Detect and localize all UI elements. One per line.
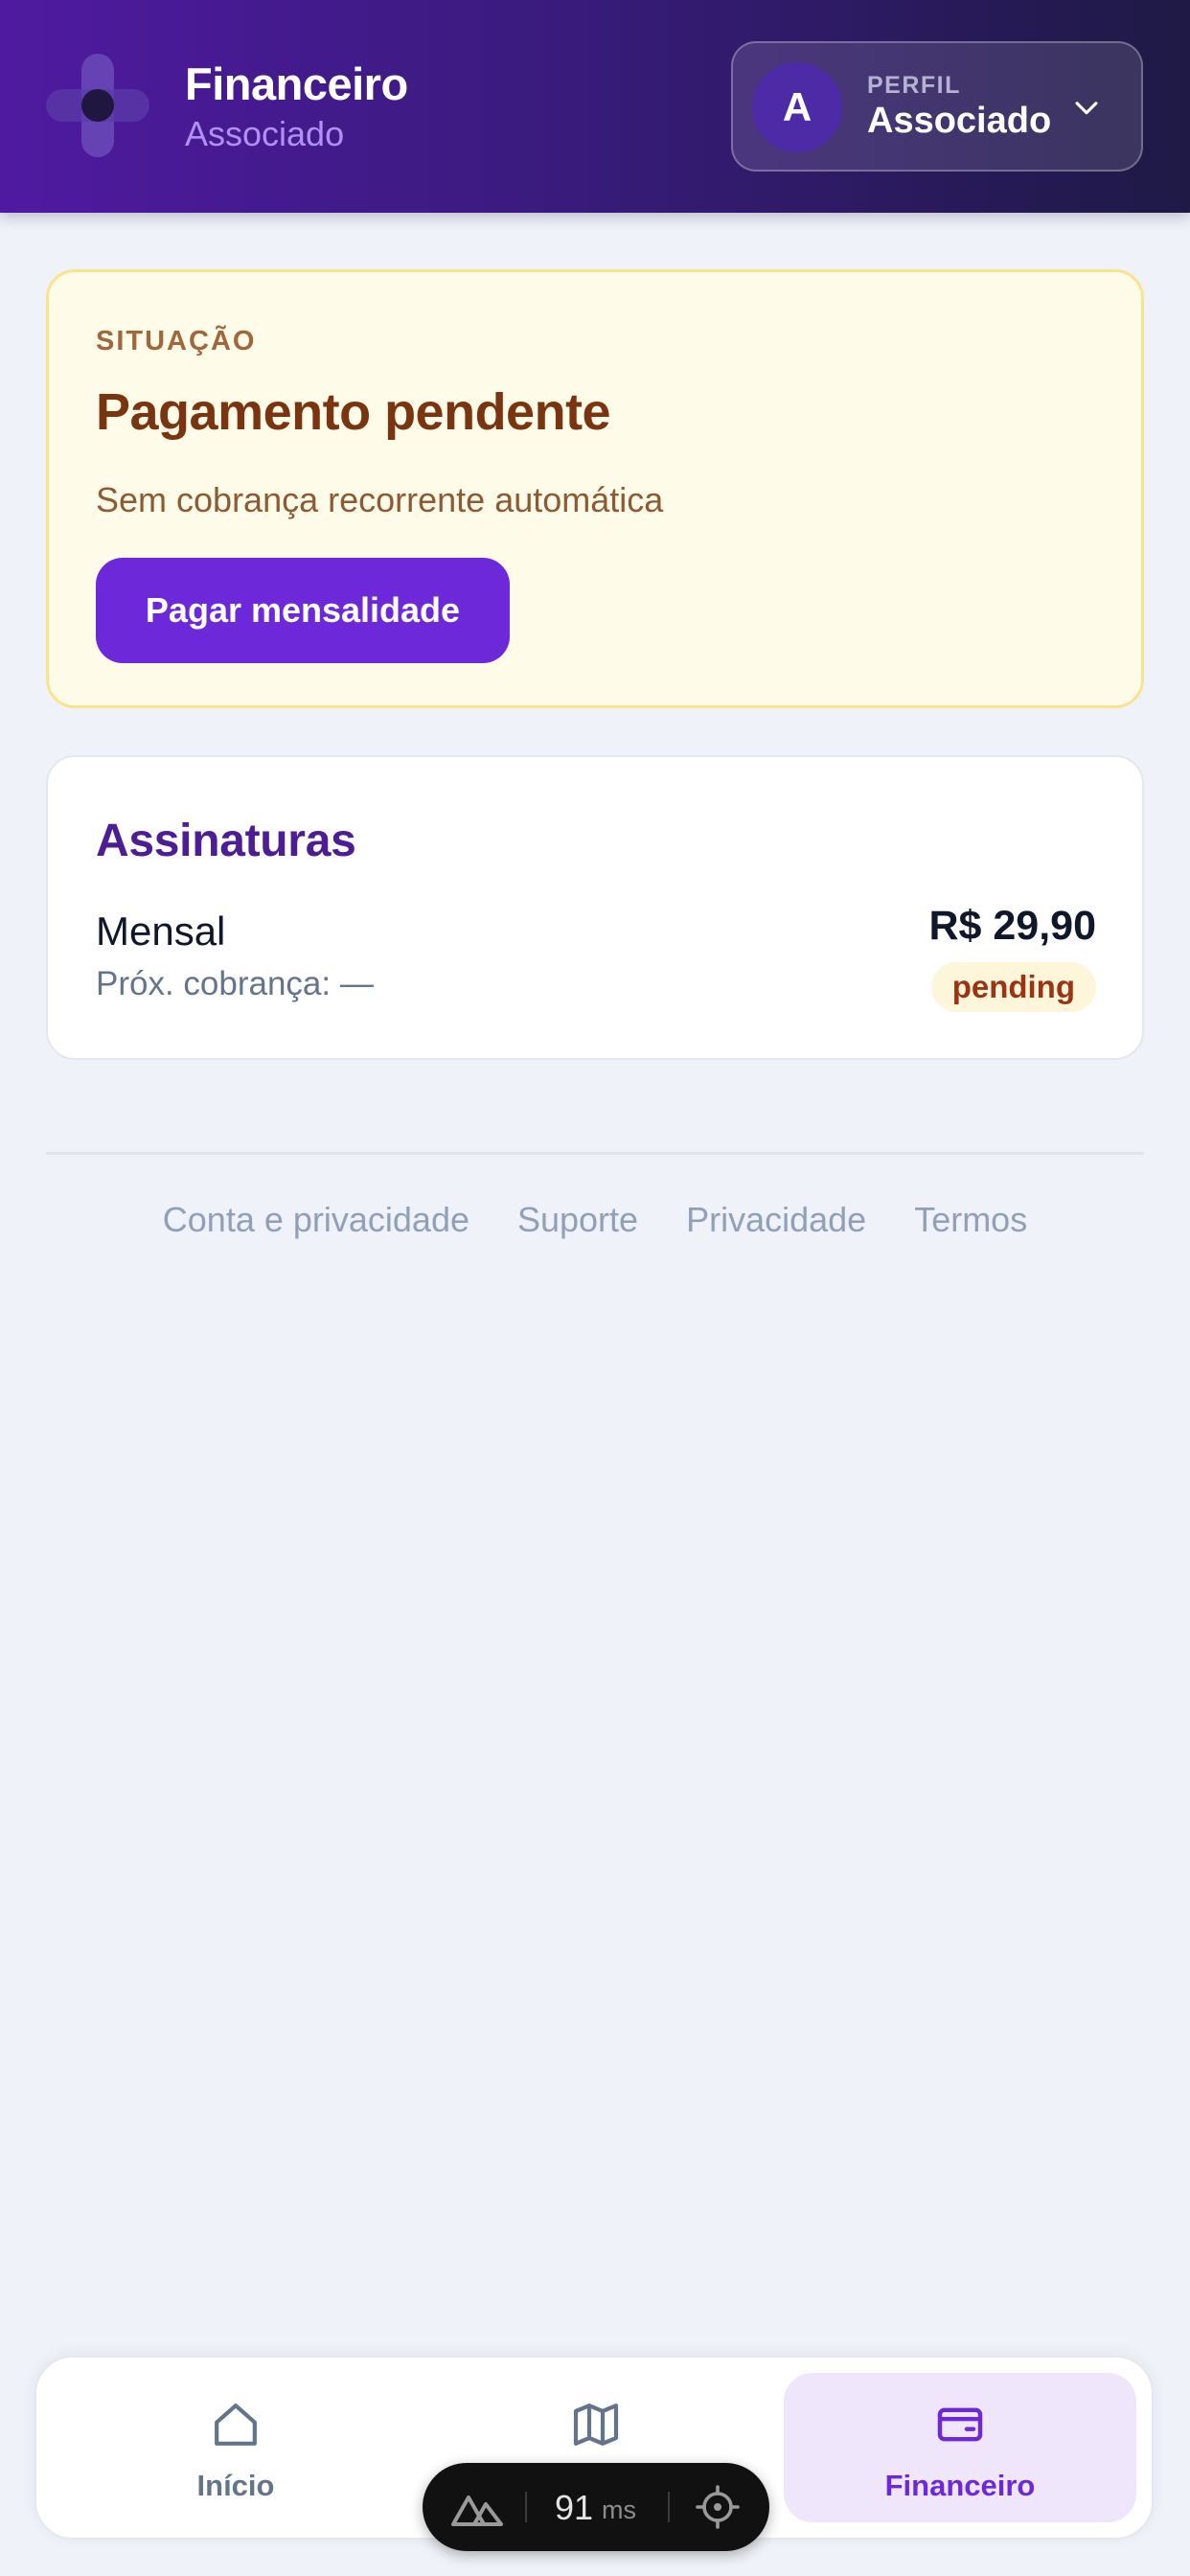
status-title: Pagamento pendente <box>96 383 611 441</box>
status-description: Sem cobrança recorrente automática <box>96 480 664 519</box>
footer-links: Conta e privacidade Suporte Privacidade … <box>0 1200 1190 1240</box>
avatar: A <box>752 62 842 152</box>
app-root: Financeiro Associado A PERFIL Associado … <box>0 0 1190 2576</box>
divider <box>525 2492 527 2522</box>
brand-logo-icon <box>46 54 149 157</box>
pay-monthly-fee-button[interactable]: Pagar mensalidade <box>96 558 510 663</box>
profile-label: PERFIL <box>867 72 961 99</box>
header-subtitle: Associado <box>185 114 345 153</box>
divider <box>668 2492 670 2522</box>
footer-link-privacy[interactable]: Privacidade <box>686 1200 866 1240</box>
dev-tools-pill[interactable]: 91 ms <box>423 2463 769 2551</box>
nav-label-home: Início <box>196 2469 275 2502</box>
nav-item-financeiro[interactable]: Financeiro <box>784 2373 1136 2522</box>
status-label: SITUAÇÃO <box>96 326 257 356</box>
nuxt-logo-icon <box>451 2496 503 2526</box>
payment-status-card: SITUAÇÃO Pagamento pendente Sem cobrança… <box>46 269 1144 708</box>
plan-next-charge: Próx. cobrança: — <box>96 965 374 1002</box>
footer-link-terms[interactable]: Termos <box>914 1200 1027 1240</box>
crosshair-icon[interactable] <box>695 2484 741 2530</box>
footer-link-account-privacy[interactable]: Conta e privacidade <box>163 1200 469 1240</box>
render-time-unit: ms <box>602 2496 636 2524</box>
app-header: Financeiro Associado A PERFIL Associado <box>0 0 1190 213</box>
wallet-icon <box>937 2407 983 2442</box>
home-icon <box>215 2404 257 2446</box>
subscriptions-card: Assinaturas Mensal Próx. cobrança: — R$ … <box>46 755 1144 1060</box>
header-title: Financeiro <box>185 58 408 109</box>
status-badge: pending <box>930 962 1096 1012</box>
nav-item-home[interactable]: Início <box>59 2373 412 2522</box>
footer-link-support[interactable]: Suporte <box>517 1200 638 1240</box>
plan-price: R$ 29,90 <box>928 903 1096 949</box>
nav-label-financeiro: Financeiro <box>884 2469 1036 2502</box>
chevron-down-icon <box>1075 102 1098 115</box>
divider <box>46 1152 1144 1155</box>
profile-name: Associado <box>867 101 1052 141</box>
plan-name: Mensal <box>96 908 226 954</box>
profile-menu-button[interactable]: A PERFIL Associado <box>731 41 1143 172</box>
render-time-value: 91 <box>555 2488 594 2527</box>
subscriptions-title: Assinaturas <box>96 816 356 866</box>
map-icon <box>573 2404 619 2446</box>
